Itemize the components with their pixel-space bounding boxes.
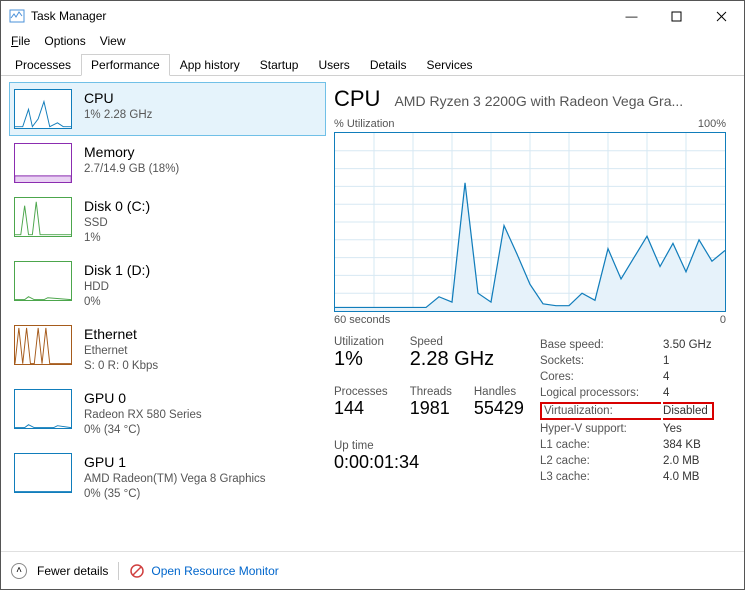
sidebar-item-ethernet[interactable]: Ethernet Ethernet S: 0 R: 0 Kbps [9, 318, 326, 382]
minimize-button[interactable]: — [609, 1, 654, 31]
fewer-details-link[interactable]: Fewer details [37, 564, 108, 578]
sidebar: CPU 1% 2.28 GHz Memory 2.7/14.9 GB (18%)… [1, 76, 326, 551]
sidebar-item-sub2: 0% (35 °C) [84, 487, 266, 503]
spec-label: L1 cache: [540, 438, 661, 452]
stats-left: Utilization 1% Speed 2.28 GHz Processes … [334, 336, 524, 486]
tab-app-history[interactable]: App history [170, 54, 250, 76]
spec-label: L2 cache: [540, 454, 661, 468]
sidebar-item-sub2: S: 0 R: 0 Kbps [84, 359, 158, 375]
close-button[interactable] [699, 1, 744, 31]
spec-label: L3 cache: [540, 470, 661, 484]
memory-thumbnail [14, 143, 72, 183]
spec-value: 4 [663, 386, 714, 400]
processes-value: 144 [334, 398, 388, 419]
chevron-up-icon: ˄ [11, 563, 27, 579]
gpu1-thumbnail [14, 453, 72, 493]
sidebar-item-sub: 2.7/14.9 GB (18%) [84, 162, 179, 178]
spec-label: Cores: [540, 370, 661, 384]
virtualization-label: Virtualization: [540, 402, 661, 420]
tab-startup[interactable]: Startup [250, 54, 309, 76]
sidebar-item-sub2: 0% (34 °C) [84, 423, 202, 439]
virtualization-value: Disabled [663, 402, 714, 420]
spec-value: 3.50 GHz [663, 338, 714, 352]
maximize-button[interactable] [654, 1, 699, 31]
spec-label: Logical processors: [540, 386, 661, 400]
sidebar-item-gpu0[interactable]: GPU 0 Radeon RX 580 Series 0% (34 °C) [9, 382, 326, 446]
spec-value: 384 KB [663, 438, 714, 452]
gpu0-thumbnail [14, 389, 72, 429]
graph-label-bottom-right: 0 [720, 314, 726, 326]
sidebar-item-gpu1[interactable]: GPU 1 AMD Radeon(TM) Vega 8 Graphics 0% … [9, 446, 326, 510]
tab-services[interactable]: Services [417, 54, 483, 76]
speed-label: Speed [410, 336, 524, 348]
stats-right: Base speed:3.50 GHzSockets:1Cores:4Logic… [538, 336, 716, 486]
sidebar-item-memory[interactable]: Memory 2.7/14.9 GB (18%) [9, 136, 326, 190]
disk0-thumbnail [14, 197, 72, 237]
resource-monitor-icon [129, 563, 145, 579]
sidebar-item-sub: SSD [84, 216, 150, 232]
speed-value: 2.28 GHz [410, 348, 524, 371]
spec-value: Yes [663, 422, 714, 436]
utilization-label: Utilization [334, 336, 388, 348]
sidebar-item-sub2: 1% [84, 231, 150, 247]
sidebar-item-disk1[interactable]: Disk 1 (D:) HDD 0% [9, 254, 326, 318]
sidebar-item-label: GPU 0 [84, 389, 202, 408]
spec-value: 2.0 MB [663, 454, 714, 468]
graph-label-top-left: % Utilization [334, 118, 395, 130]
cpu-thumbnail [14, 89, 72, 129]
disk1-thumbnail [14, 261, 72, 301]
sidebar-item-sub2: 0% [84, 295, 150, 311]
utilization-value: 1% [334, 348, 388, 371]
spec-value: 4 [663, 370, 714, 384]
menu-options[interactable]: Options [38, 32, 91, 50]
sidebar-item-sub: Radeon RX 580 Series [84, 408, 202, 424]
main-panel: CPU AMD Ryzen 3 2200G with Radeon Vega G… [326, 76, 744, 551]
tab-processes[interactable]: Processes [5, 54, 81, 76]
footer: ˄ Fewer details Open Resource Monitor [1, 551, 744, 589]
sidebar-item-label: Memory [84, 143, 179, 162]
footer-separator [118, 562, 119, 580]
ethernet-thumbnail [14, 325, 72, 365]
uptime-label: Up time [334, 440, 524, 452]
spec-label: Base speed: [540, 338, 661, 352]
sidebar-item-label: Disk 1 (D:) [84, 261, 150, 280]
sidebar-item-sub: HDD [84, 280, 150, 296]
spec-label: Hyper-V support: [540, 422, 661, 436]
spec-value: 1 [663, 354, 714, 368]
sidebar-item-label: Ethernet [84, 325, 158, 344]
spec-value: 4.0 MB [663, 470, 714, 484]
handles-value: 55429 [474, 398, 524, 419]
tab-users[interactable]: Users [308, 54, 359, 76]
menubar: File Options View [1, 31, 744, 51]
tabs: Processes Performance App history Startu… [1, 51, 744, 76]
sidebar-item-sub: 1% 2.28 GHz [84, 108, 152, 124]
cpu-model: AMD Ryzen 3 2200G with Radeon Vega Gra..… [394, 93, 726, 109]
spec-label: Sockets: [540, 354, 661, 368]
handles-label: Handles [474, 386, 524, 398]
sidebar-item-sub: AMD Radeon(TM) Vega 8 Graphics [84, 472, 266, 488]
threads-value: 1981 [410, 398, 452, 419]
tab-details[interactable]: Details [360, 54, 417, 76]
sidebar-item-sub: Ethernet [84, 344, 158, 360]
menu-view[interactable]: View [94, 32, 132, 50]
titlebar: Task Manager — [1, 1, 744, 31]
sidebar-item-label: GPU 1 [84, 453, 266, 472]
cpu-utilization-graph[interactable] [334, 132, 726, 312]
open-resource-monitor-link[interactable]: Open Resource Monitor [129, 563, 278, 579]
sidebar-item-label: Disk 0 (C:) [84, 197, 150, 216]
sidebar-item-cpu[interactable]: CPU 1% 2.28 GHz [9, 82, 326, 136]
sidebar-item-disk0[interactable]: Disk 0 (C:) SSD 1% [9, 190, 326, 254]
app-icon [9, 8, 25, 24]
page-title: CPU [334, 86, 380, 112]
processes-label: Processes [334, 386, 388, 398]
threads-label: Threads [410, 386, 452, 398]
menu-file[interactable]: File [5, 32, 36, 50]
graph-label-top-right: 100% [698, 118, 726, 130]
uptime-value: 0:00:01:34 [334, 452, 524, 473]
window-title: Task Manager [31, 9, 609, 23]
graph-label-bottom-left: 60 seconds [334, 314, 390, 326]
tab-performance[interactable]: Performance [81, 54, 170, 76]
sidebar-item-label: CPU [84, 89, 152, 108]
